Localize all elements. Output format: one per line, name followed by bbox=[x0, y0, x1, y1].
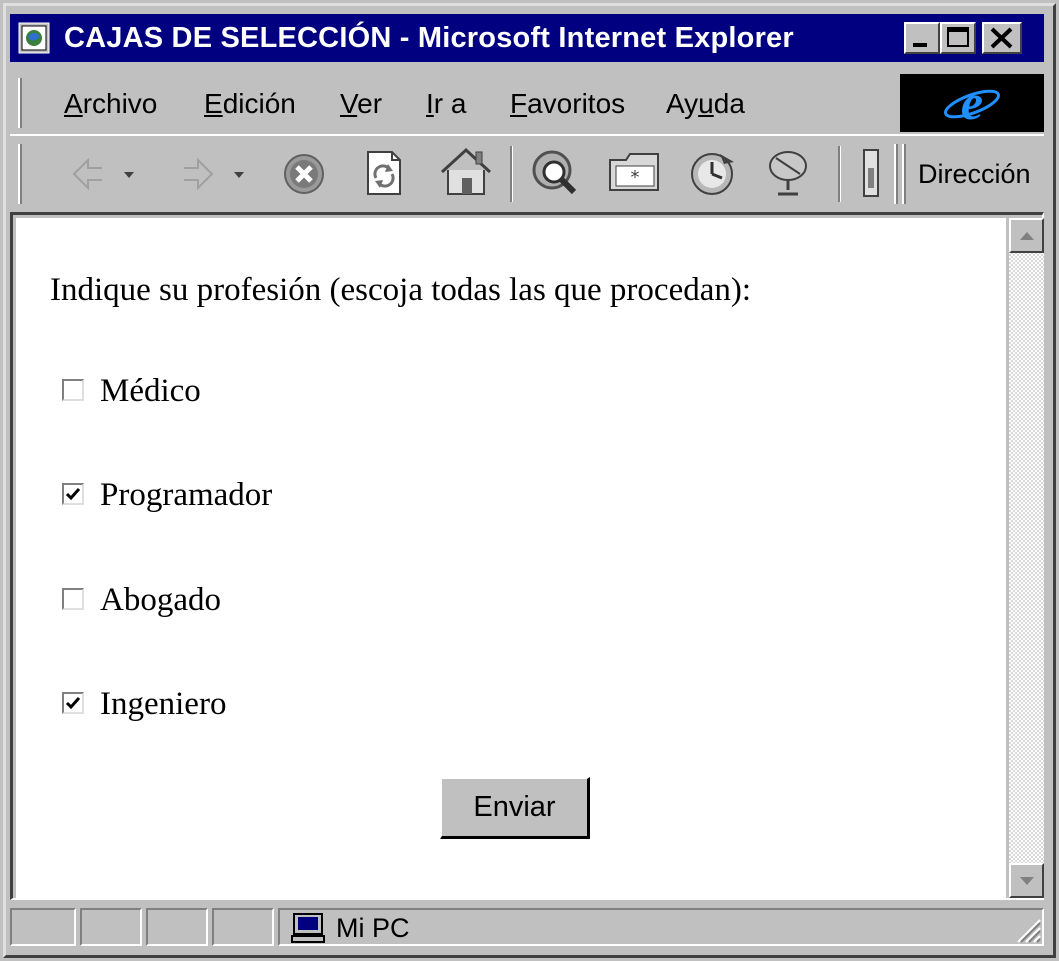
back-icon bbox=[72, 157, 134, 191]
checkmark-icon bbox=[65, 697, 81, 710]
minimize-icon bbox=[913, 43, 927, 47]
option-label: Programador bbox=[100, 477, 273, 513]
refresh-button[interactable] bbox=[360, 148, 408, 203]
svg-text:*: * bbox=[631, 167, 640, 188]
menu-ayuda[interactable]: Ayuda bbox=[666, 88, 745, 120]
title-bar[interactable]: CAJAS DE SELECCIÓN - Microsoft Internet … bbox=[10, 14, 1044, 62]
history-icon bbox=[691, 153, 734, 195]
menu-favoritos[interactable]: Favoritos bbox=[510, 88, 625, 120]
search-button[interactable] bbox=[528, 146, 584, 205]
checkbox-programador[interactable] bbox=[62, 483, 84, 505]
chevron-down-icon bbox=[1020, 877, 1034, 885]
toolbar: * Dirección bbox=[10, 134, 1044, 212]
toolbar-grip[interactable] bbox=[18, 144, 22, 204]
checkmark-icon bbox=[65, 488, 81, 501]
option-label: Ingeniero bbox=[100, 686, 227, 722]
refresh-icon bbox=[367, 151, 401, 195]
forward-icon bbox=[184, 157, 244, 191]
address-label[interactable]: Dirección bbox=[918, 158, 1031, 190]
channels-button[interactable] bbox=[762, 146, 818, 205]
close-icon bbox=[990, 27, 1013, 49]
channels-icon bbox=[769, 151, 807, 196]
ie-throbber: e bbox=[900, 74, 1044, 132]
search-icon bbox=[532, 150, 577, 195]
checkbox-abogado[interactable] bbox=[62, 588, 84, 610]
address-grip-2 bbox=[902, 144, 906, 204]
menubar-grip[interactable] bbox=[18, 78, 22, 128]
stop-button[interactable] bbox=[280, 150, 328, 203]
menu-ir-a[interactable]: Ir a bbox=[426, 88, 466, 120]
vertical-scrollbar[interactable] bbox=[1009, 218, 1044, 898]
resize-grip-icon[interactable] bbox=[1012, 914, 1042, 944]
chevron-up-icon bbox=[1020, 232, 1034, 240]
home-icon bbox=[440, 147, 492, 195]
page-prompt: Indique su profesión (escoja todas las q… bbox=[50, 272, 752, 308]
stop-icon bbox=[284, 154, 324, 194]
option-label: Abogado bbox=[100, 582, 221, 618]
computer-icon bbox=[291, 913, 325, 943]
menu-bar: Archivo Edición Ver Ir a Favoritos Ayuda… bbox=[10, 70, 1044, 134]
scroll-down-button[interactable] bbox=[1009, 863, 1044, 898]
app-icon[interactable] bbox=[18, 22, 50, 54]
address-grip[interactable] bbox=[894, 144, 898, 204]
security-zone-pane: Mi PC bbox=[278, 908, 1044, 946]
status-pane bbox=[146, 908, 208, 946]
favorites-button[interactable]: * bbox=[606, 148, 666, 201]
maximize-button[interactable] bbox=[940, 22, 976, 54]
ie-logo-icon: e bbox=[944, 74, 1000, 130]
minimize-button[interactable] bbox=[904, 22, 940, 54]
forward-button[interactable] bbox=[178, 152, 262, 201]
checkbox-ingeniero[interactable] bbox=[62, 692, 84, 714]
fullscreen-button[interactable] bbox=[862, 148, 882, 205]
status-pane bbox=[212, 908, 274, 946]
favorites-icon: * bbox=[609, 153, 659, 191]
fullscreen-icon bbox=[863, 149, 879, 197]
close-button[interactable] bbox=[982, 22, 1022, 54]
menu-edicion[interactable]: Edición bbox=[204, 88, 296, 120]
back-button[interactable] bbox=[68, 152, 152, 201]
checkbox-medico[interactable] bbox=[62, 379, 84, 401]
svg-text:e: e bbox=[961, 74, 983, 130]
menu-ver[interactable]: Ver bbox=[340, 88, 382, 120]
toolbar-separator-2 bbox=[838, 146, 841, 202]
option-label: Médico bbox=[100, 373, 201, 409]
submit-button[interactable]: Enviar bbox=[440, 777, 590, 839]
window-title: CAJAS DE SELECCIÓN - Microsoft Internet … bbox=[64, 22, 794, 54]
page-content: Indique su profesión (escoja todas las q… bbox=[16, 218, 1006, 898]
maximize-icon bbox=[947, 27, 969, 47]
scroll-up-button[interactable] bbox=[1009, 218, 1044, 253]
menu-archivo[interactable]: Archivo bbox=[64, 88, 157, 120]
status-pane bbox=[10, 908, 76, 946]
toolbar-separator bbox=[510, 146, 513, 202]
home-button[interactable] bbox=[438, 144, 494, 203]
content-frame: Indique su profesión (escoja todas las q… bbox=[10, 212, 1044, 900]
history-button[interactable] bbox=[684, 148, 744, 201]
status-pane bbox=[80, 908, 142, 946]
zone-text: Mi PC bbox=[336, 913, 410, 943]
status-bar: Mi PC bbox=[10, 904, 1044, 948]
